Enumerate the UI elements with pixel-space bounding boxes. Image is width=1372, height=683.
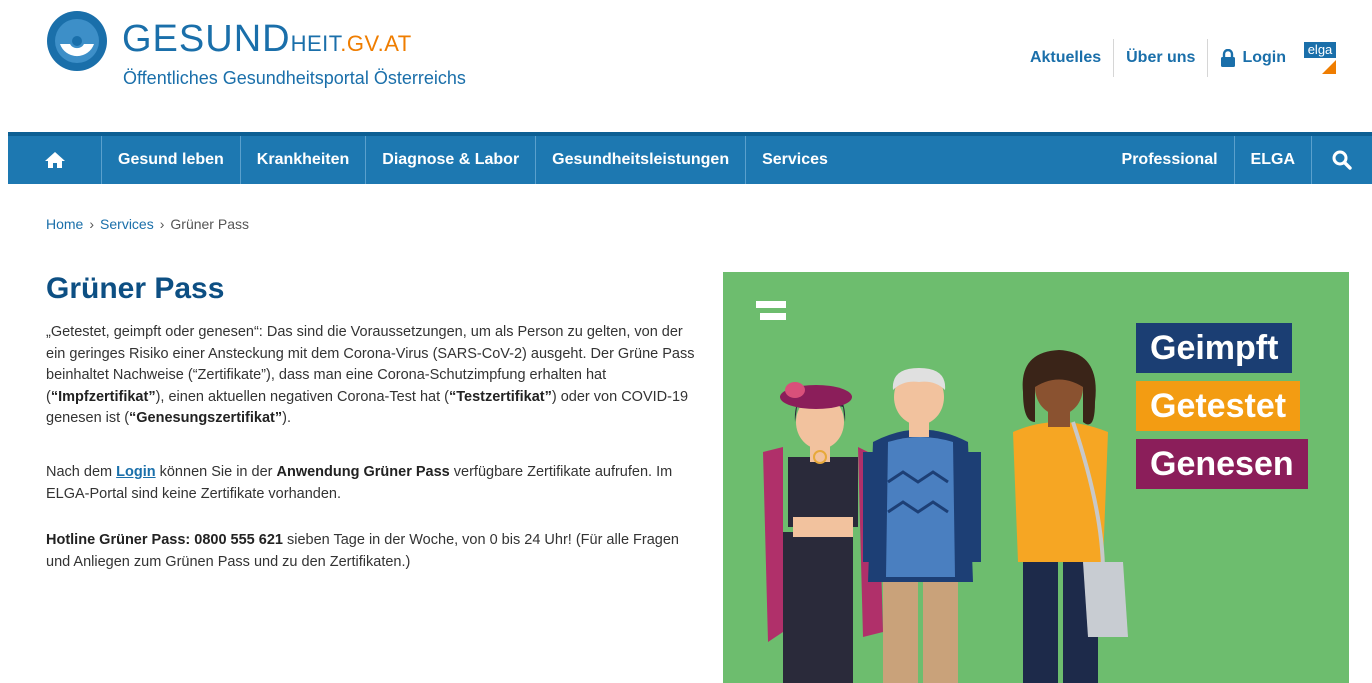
search-button[interactable] [1312,136,1372,184]
impfzertifikat-text: “Impfzertifikat” [50,388,156,405]
woman-right-figure [1013,350,1128,683]
breadcrumb-separator: › [159,216,165,232]
ueber-uns-link[interactable]: Über uns [1114,40,1207,76]
page-title: Grüner Pass [46,272,225,305]
lock-icon [1221,49,1236,67]
hotline-paragraph: Hotline Grüner Pass: 0800 555 621 sieben… [46,530,696,573]
top-navigation: Aktuelles Über uns Login elga [1018,38,1340,78]
intro-text-2: ), einen aktuellen negativen Corona-Test… [155,388,449,405]
logo-circle-icon [47,11,107,71]
login-inline-link[interactable]: Login [116,464,155,480]
nav-item-gesund-leben[interactable]: Gesund leben [102,136,241,184]
breadcrumb-home[interactable]: Home [46,216,83,232]
home-nav-button[interactable] [8,136,102,184]
anwendung-text: Anwendung Grüner Pass [276,464,450,480]
logo-wordmark: GESUNDHEIT.GV.AT [122,18,412,61]
login-paragraph: Nach dem Login können Sie in der Anwendu… [46,462,696,505]
login-text-1: Nach dem [46,464,117,480]
search-icon [1332,150,1352,170]
breadcrumb: Home › Services › Grüner Pass [46,216,249,232]
nav-item-services[interactable]: Services [746,136,844,184]
nav-item-professional[interactable]: Professional [1106,136,1235,184]
logo-big-text: GESUND [122,18,291,60]
login-label: Login [1242,49,1286,66]
man-middle-figure [863,368,981,683]
nav-item-elga[interactable]: ELGA [1235,136,1312,184]
home-icon [44,152,65,168]
geimpft-label: Geimpft [1136,323,1293,373]
nav-item-gesundheitsleistungen[interactable]: Gesundheitsleistungen [536,136,747,184]
site-logo[interactable]: GESUNDHEIT.GV.AT Öffentliches Gesundheit… [46,10,466,100]
genesen-label: Genesen [1136,439,1308,489]
main-navigation: Gesund leben Krankheiten Diagnose & Labo… [8,132,1372,184]
breadcrumb-services[interactable]: Services [100,216,154,232]
logo-tagline: Öffentliches Gesundheitsportal Österreic… [123,68,466,88]
testzertifikat-text: “Testzertifikat” [449,388,552,405]
aktuelles-link[interactable]: Aktuelles [1018,40,1113,76]
logo-domain-text: .GV.AT [340,31,412,56]
intro-text-4: ). [282,410,291,426]
breadcrumb-current: Grüner Pass [170,216,249,232]
nav-item-krankheiten[interactable]: Krankheiten [241,136,367,184]
elga-logo-icon[interactable]: elga [1300,38,1340,78]
intro-paragraph: „Getestet, geimpft oder genesen“: Das si… [46,322,696,430]
genesungszertifikat-text: “Genesungszertifikat” [129,410,283,426]
hotline-number-text: Hotline Grüner Pass: 0800 555 621 [46,532,283,548]
gruener-pass-illustration: Geimpft Getestet Genesen [723,272,1349,683]
logo-small-text: HEIT [290,31,341,56]
getestet-label: Getestet [1136,381,1301,431]
austria-logo-icon [756,301,786,320]
nav-item-diagnose-labor[interactable]: Diagnose & Labor [366,136,537,184]
elga-logo-text: elga [1308,42,1333,57]
breadcrumb-separator: › [89,216,95,232]
login-link[interactable]: Login [1208,40,1298,76]
login-text-2: können Sie in der [155,464,277,480]
site-header: GESUNDHEIT.GV.AT Öffentliches Gesundheit… [0,0,1372,132]
